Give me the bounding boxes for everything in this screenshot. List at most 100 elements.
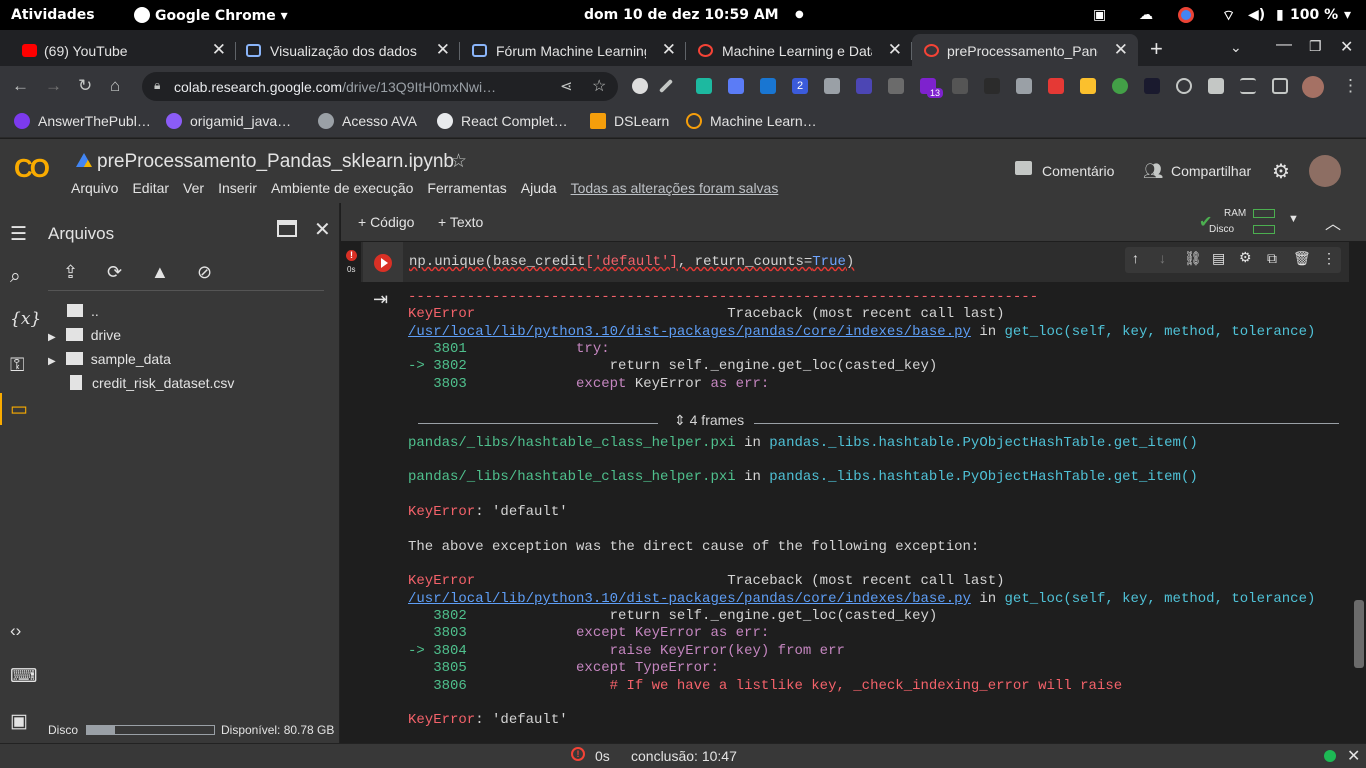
bookmark-star-icon[interactable]: ☆ [592, 76, 606, 96]
output-scrollbar[interactable] [1354, 600, 1364, 668]
close-tab-icon[interactable]: ✕ [888, 40, 902, 60]
user-avatar[interactable] [1309, 155, 1341, 187]
tab-preprocessamento[interactable]: preProcessamento_Pandas ✕ [912, 34, 1138, 66]
menu-editar[interactable]: Editar [132, 180, 169, 196]
mount-drive-icon[interactable]: ▲ [151, 262, 169, 283]
comment-cell-icon[interactable]: ▤ [1212, 250, 1225, 267]
disk-usage-mini-bar[interactable] [1253, 225, 1275, 234]
colab-logo[interactable]: CO [14, 153, 50, 184]
puzzle-icon[interactable] [1208, 78, 1224, 94]
close-tab-icon[interactable]: ✕ [436, 40, 450, 60]
output-actions-icon[interactable]: ⇥ [373, 289, 388, 310]
expand-frames-button[interactable]: ⇕ 4 frames [674, 412, 744, 429]
ram-usage-bar[interactable] [1253, 209, 1275, 218]
screen-icon[interactable]: ▣ [1093, 7, 1106, 23]
extension-icon[interactable] [632, 78, 648, 94]
file-item-csv[interactable]: credit_risk_dataset.csv [70, 375, 234, 391]
share-button[interactable]: Compartilhar [1171, 163, 1251, 179]
menu-ambiente[interactable]: Ambiente de execução [271, 180, 413, 196]
source-link[interactable]: /usr/local/lib/python3.10/dist-packages/… [408, 591, 971, 607]
close-tab-icon[interactable]: ✕ [1114, 40, 1128, 60]
cell-code[interactable]: np.unique(base_credit['default'], return… [409, 254, 854, 270]
minimize-icon[interactable]: — [1276, 36, 1292, 54]
back-icon[interactable]: ← [12, 76, 29, 96]
bookmark-item[interactable]: DSLearn [590, 113, 669, 129]
extension-icon[interactable] [1144, 78, 1160, 94]
source-link[interactable]: /usr/local/lib/python3.10/dist-packages/… [408, 324, 971, 340]
extension-icon[interactable] [1016, 78, 1032, 94]
share-icon[interactable]: ⋖ [560, 77, 573, 95]
refresh-folder-icon[interactable]: ⟳ [107, 262, 122, 283]
search-icon[interactable]: ⌕ [10, 266, 21, 288]
notebook-title[interactable]: preProcessamento_Pandas_sklearn.ipynb [97, 151, 454, 173]
resources-dropdown-icon[interactable]: ▼ [1288, 213, 1299, 225]
people-icon[interactable]: 👥︎ [1143, 161, 1163, 181]
more-options-icon[interactable]: ⋮ [1322, 250, 1336, 267]
extension-icon[interactable] [856, 78, 872, 94]
close-panel-icon[interactable]: ✕ [314, 217, 331, 242]
add-text-button[interactable]: + Texto [438, 214, 483, 230]
media-icon[interactable] [1240, 78, 1256, 94]
star-icon[interactable]: ☆ [450, 150, 467, 173]
bookmark-item[interactable]: AnswerThePubl… [14, 113, 151, 129]
tab-visualizacao[interactable]: Visualização dos dados ✕ [236, 34, 460, 66]
app-menu[interactable]: Google Chrome ▾ [134, 7, 288, 24]
reload-icon[interactable]: ↻ [78, 76, 92, 96]
cell-settings-icon[interactable]: ⚙ [1239, 249, 1252, 266]
variables-icon[interactable]: {x} [10, 309, 41, 329]
profile-avatar[interactable] [1302, 76, 1324, 98]
tab-search-icon[interactable]: ⌄ [1230, 39, 1242, 56]
code-snippets-icon[interactable]: ‹› [10, 621, 21, 641]
extension-icon[interactable] [696, 78, 712, 94]
completion-time[interactable]: conclusão: 10:47 [631, 748, 737, 764]
close-window-icon[interactable]: ✕ [1340, 37, 1353, 57]
comment-button[interactable]: Comentário [1042, 163, 1114, 179]
move-down-icon[interactable]: ↓ [1159, 250, 1166, 266]
secrets-key-icon[interactable]: ⚿ [10, 355, 24, 377]
extension-icon[interactable] [1048, 78, 1064, 94]
mirror-cell-icon[interactable]: ⧉ [1267, 250, 1277, 267]
table-of-contents-icon[interactable]: ☰ [10, 223, 27, 246]
upload-icon[interactable]: ⇪ [63, 262, 78, 283]
tab-machine-learning[interactable]: Machine Learning e Data ✕ [686, 34, 912, 66]
address-bar[interactable]: 🔒︎ colab.research.google.com/drive/13Q9I… [142, 72, 618, 101]
translate-icon[interactable] [728, 78, 744, 94]
expand-arrow-icon[interactable]: ▶ [48, 332, 56, 343]
close-tab-icon[interactable]: ✕ [212, 40, 226, 60]
chrome-menu-icon[interactable]: ⋮ [1342, 76, 1359, 96]
file-item-parent[interactable]: .. [67, 303, 99, 319]
files-folder-icon[interactable]: ▭ [10, 398, 28, 421]
home-icon[interactable]: ⌂ [110, 76, 120, 96]
extension-icon[interactable] [1112, 78, 1128, 94]
settings-gear-icon[interactable]: ⚙ [1272, 159, 1290, 184]
chrome-tray-icon[interactable] [1178, 7, 1194, 23]
bookmark-item[interactable]: React Complet… [437, 113, 568, 129]
side-panel-icon[interactable] [1272, 78, 1288, 94]
file-item-drive[interactable]: ▶ drive [48, 327, 121, 343]
system-menu-icon[interactable]: ▾ [1344, 7, 1351, 23]
tab-youtube[interactable]: (69) YouTube ✕ [0, 34, 236, 66]
battery-level[interactable]: 100 % [1290, 7, 1338, 23]
menu-inserir[interactable]: Inserir [218, 180, 257, 196]
clock[interactable]: dom 10 de dez 10:59 AM [584, 7, 779, 23]
forward-icon[interactable]: → [45, 76, 62, 96]
run-cell-button[interactable] [374, 254, 392, 272]
extension-icon[interactable] [984, 78, 1000, 94]
bookmark-item[interactable]: Acesso AVA [318, 113, 417, 129]
terminal-icon[interactable]: ▣ [10, 710, 28, 733]
expand-arrow-icon[interactable]: ▶ [48, 356, 56, 367]
react-icon[interactable] [1176, 78, 1192, 94]
download-icon[interactable] [760, 78, 776, 94]
execution-time[interactable]: 0s [595, 748, 610, 764]
volume-icon[interactable]: ◀) [1248, 7, 1265, 23]
close-status-icon[interactable]: ✕ [1347, 746, 1360, 766]
collapse-header-icon[interactable]: ︿ [1325, 210, 1341, 234]
activities-button[interactable]: Atividades [11, 7, 95, 23]
file-item-sample-data[interactable]: ▶ sample_data [48, 351, 171, 367]
battery-icon[interactable]: ▮ [1276, 7, 1284, 23]
extension-icon[interactable] [1080, 78, 1096, 94]
extension-2-icon[interactable]: 2 [792, 78, 808, 94]
comment-icon[interactable] [1015, 161, 1032, 175]
bookmark-item[interactable]: origamid_java… [166, 113, 291, 129]
extension-icon[interactable] [888, 78, 904, 94]
